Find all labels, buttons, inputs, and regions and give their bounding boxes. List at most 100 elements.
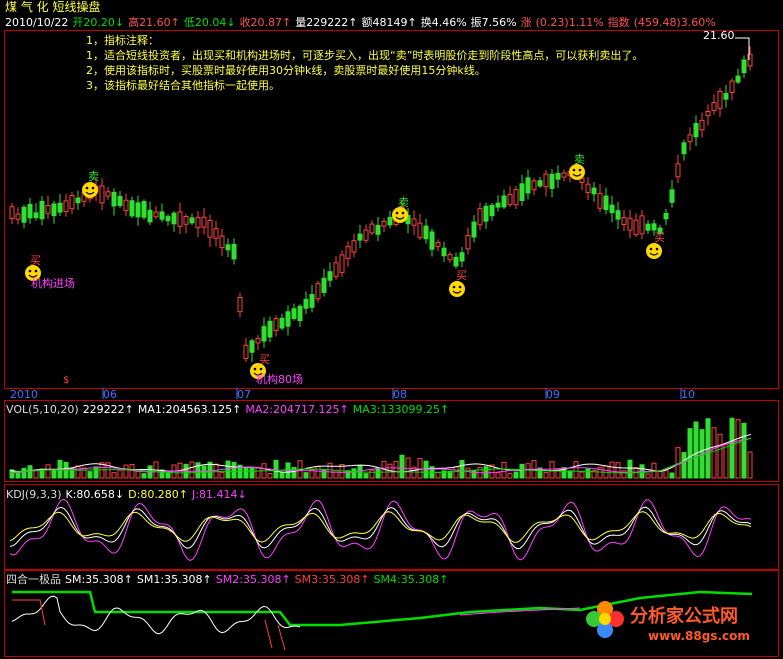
volume-bar — [219, 472, 225, 479]
candle-body — [9, 206, 15, 220]
month-label: 07 — [237, 388, 251, 401]
flower-logo-icon — [585, 600, 625, 640]
volume-bar — [615, 462, 621, 479]
candle-body — [669, 189, 675, 203]
volume-bar — [27, 465, 33, 479]
candle-body — [549, 173, 555, 189]
candle-body — [213, 227, 219, 239]
candle-body — [285, 311, 291, 327]
candle-body — [27, 203, 33, 219]
candle-body — [735, 75, 741, 83]
candle-body — [237, 297, 243, 313]
candle-body — [243, 344, 249, 359]
candle-body — [693, 123, 699, 138]
volume-bar — [315, 465, 321, 479]
volume-bar — [129, 464, 135, 479]
kdj-indicator-header: KDJ(9,3,3) K:80.658↓ D:80.280↑ J:81.414↓ — [6, 488, 251, 501]
candle-body — [123, 199, 129, 212]
candle-body — [261, 326, 267, 342]
candle-body — [255, 337, 261, 344]
volume-bar — [687, 428, 693, 479]
candle-body — [675, 163, 681, 178]
candle-body — [543, 173, 549, 188]
buy-signal-label: 买 — [259, 353, 270, 366]
candle-body — [723, 93, 729, 100]
candle-body — [195, 217, 201, 229]
candle-body — [117, 195, 123, 206]
candle-body — [267, 320, 273, 338]
four-in-one-indicator-value: SM3:35.308↑ — [294, 573, 370, 586]
institution-entry-label: 机构80场 — [256, 373, 303, 386]
stock-chart-window: 煤 气 化 短线操盘 2010/10/22 开20.20↓ 高21.60↑ 低20.0… — [0, 0, 783, 659]
volume-bar — [657, 470, 663, 479]
candle-body — [225, 244, 231, 251]
watermark-name: 分析家公式网 — [630, 606, 738, 627]
month-label: 08 — [393, 388, 407, 401]
sell-signal-label: 卖 — [398, 196, 409, 209]
candle-body — [141, 201, 147, 218]
volume-bar — [423, 460, 429, 479]
volume-bar — [93, 466, 99, 479]
candle-body — [207, 220, 213, 238]
volume-bar — [579, 471, 585, 479]
candle-body — [453, 256, 459, 267]
candle-body — [519, 183, 525, 201]
buy-signal-label: 买 — [654, 231, 665, 244]
candle-body — [339, 254, 345, 273]
candle-body — [303, 298, 309, 309]
volume-bar — [267, 473, 273, 479]
volume-bar — [51, 470, 57, 479]
volume-bar — [723, 443, 729, 479]
volume-bar — [15, 471, 21, 479]
volume-bar — [327, 462, 333, 479]
volume-bar — [417, 457, 423, 479]
buy-signal-label: 买 — [30, 254, 41, 267]
candle-body — [705, 111, 711, 117]
volume-bar — [513, 471, 519, 479]
volume-bar — [303, 472, 309, 479]
candle-body — [183, 215, 189, 225]
candle-body — [39, 200, 45, 220]
volume-bar — [231, 461, 237, 479]
candle-body — [459, 252, 465, 262]
buy-smiley-icon — [448, 280, 466, 298]
candle-body — [633, 219, 639, 236]
candle-body — [555, 172, 561, 180]
candle-body — [651, 223, 657, 231]
volume-bar — [399, 454, 405, 479]
candle-body — [375, 224, 381, 235]
candle-body — [297, 305, 303, 322]
sell-signal-label: 卖 — [574, 153, 585, 166]
four-in-one-indicator-value: SM4:35.308↑ — [373, 573, 449, 586]
candle-body — [15, 213, 21, 220]
four-in-one-indicator-value: SM1:35.308↑ — [136, 573, 212, 586]
candle-body — [489, 204, 495, 217]
volume-bar — [519, 463, 525, 479]
candle-body — [21, 206, 27, 223]
volume-bar — [609, 461, 615, 479]
candle-body — [441, 247, 447, 257]
volume-bar — [279, 471, 285, 479]
candle-body — [729, 80, 735, 94]
volume-bar — [459, 459, 465, 479]
candle-body — [699, 119, 705, 131]
candle-body — [681, 142, 687, 155]
volume-bar — [369, 469, 375, 479]
candle-body — [291, 308, 297, 319]
volume-bar — [225, 460, 231, 479]
candle-body — [189, 217, 195, 224]
volume-bar — [453, 466, 459, 479]
volume-bar — [495, 472, 501, 479]
buy-smiley-icon — [645, 242, 663, 260]
candle-body — [111, 191, 117, 207]
candle-body — [345, 245, 351, 259]
volume-bar — [255, 466, 261, 479]
chart-canvas — [9, 37, 753, 651]
candle-body — [627, 217, 633, 231]
volume-bar — [375, 467, 381, 479]
candle-body — [435, 241, 441, 248]
candle-body — [561, 172, 567, 178]
volume-bar — [585, 468, 591, 479]
candle-body — [423, 225, 429, 240]
volume-indicator-value: MA3:133099.25↑ — [352, 403, 450, 416]
